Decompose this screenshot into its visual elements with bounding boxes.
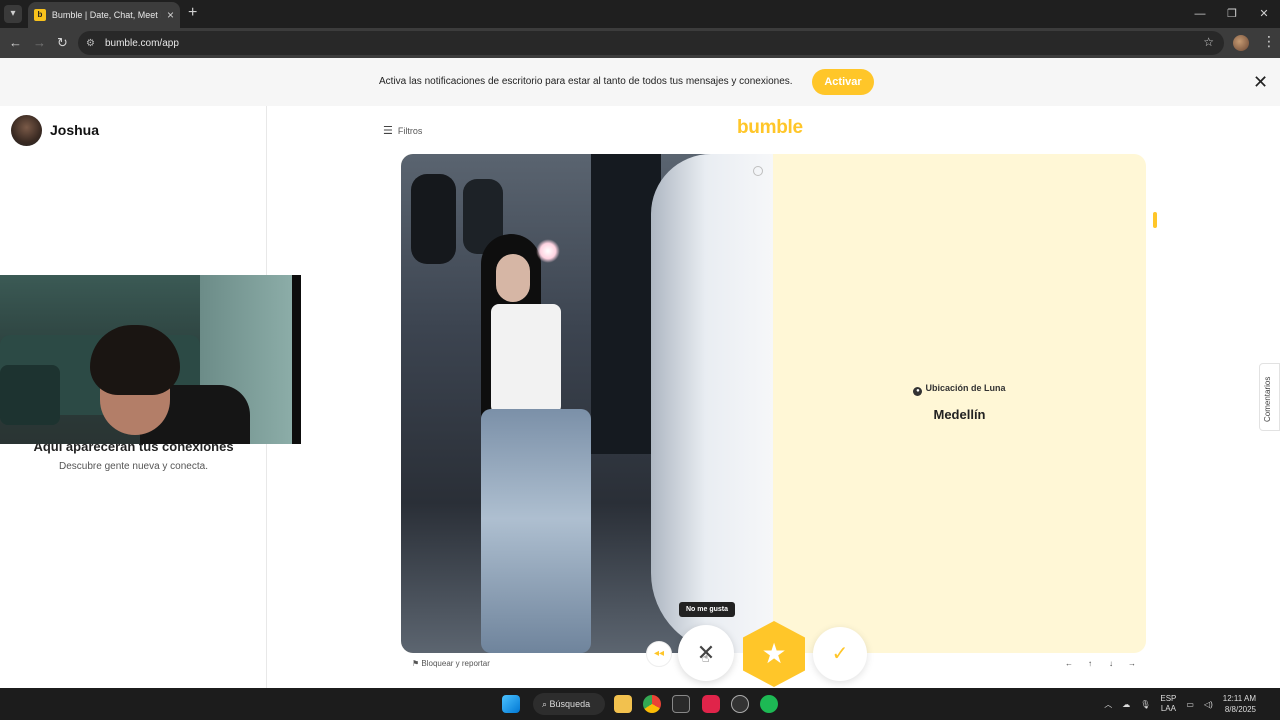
bumble-favicon-icon: b: [34, 9, 46, 21]
photo-face: [496, 254, 530, 302]
tray-network-icon[interactable]: ▭: [1186, 700, 1194, 709]
photo-indicator-icon: [753, 166, 763, 176]
activate-notifications-button[interactable]: Activar: [812, 69, 874, 95]
like-button[interactable]: ✓: [813, 627, 867, 681]
star-icon: ★: [761, 638, 787, 669]
location-value: Medellín: [933, 407, 986, 422]
photo-top: [491, 304, 561, 414]
taskbar-search[interactable]: ⌕ Búsqueda: [533, 693, 605, 715]
keyboard-hints: ← ↑ ↓ →: [1061, 658, 1145, 670]
browser-profile-avatar[interactable]: [1233, 35, 1249, 51]
forward-icon[interactable]: →: [33, 35, 46, 50]
filters-label: Filtros: [397, 125, 423, 136]
photo-jeans: [481, 409, 591, 653]
chrome-icon[interactable]: [643, 695, 661, 713]
app-icon-b[interactable]: [702, 695, 720, 713]
location-pin-icon: ●: [913, 387, 923, 396]
photo-wall: [651, 154, 773, 653]
restore-icon[interactable]: ❐: [1216, 0, 1248, 28]
arrow-right-icon: →: [1128, 659, 1136, 668]
scroll-indicator[interactable]: [1153, 212, 1157, 228]
tray-lang-1: ESP: [1160, 694, 1177, 703]
user-name[interactable]: Joshua: [50, 122, 99, 138]
bumble-logo: bumble: [737, 117, 803, 138]
empty-connections-subtitle: Descubre gente nueva y conecta.: [59, 461, 208, 472]
photo-backpack: [411, 174, 456, 264]
tray-lang-2: LAA: [1160, 704, 1176, 713]
profile-photo[interactable]: [401, 154, 773, 653]
tab-title: Bumble | Date, Chat, Meet New: [51, 10, 161, 20]
minimize-icon[interactable]: —: [1184, 0, 1216, 28]
tray-date: 8/8/2025: [1224, 705, 1256, 714]
address-bar: ← → ↻ ⚙ bumble.com/app ☆: [0, 28, 1280, 58]
webcam-tv: [292, 275, 301, 444]
mouse-cursor-icon: ☝: [702, 651, 710, 665]
sliders-icon: ☰: [383, 125, 393, 137]
arrow-up-icon: ↑: [1088, 659, 1092, 668]
profile-card: ● Ubicación de Luna Medellín: [401, 154, 1146, 653]
browser-menu-icon[interactable]: ⋮: [1262, 33, 1276, 50]
new-tab-icon[interactable]: +: [188, 4, 197, 22]
photo-phone-glow: [536, 239, 560, 263]
app-icon-c[interactable]: [731, 695, 749, 713]
bookmark-star-icon[interactable]: ☆: [1203, 35, 1214, 49]
tray-time: 12:11 AM: [1222, 694, 1256, 703]
arrow-down-icon: ↓: [1109, 659, 1113, 668]
notification-text: Activa las notificaciones de escritorio …: [379, 76, 793, 87]
block-report-link[interactable]: ⚑ Bloquear y reportar: [412, 659, 490, 668]
notification-banner: Activa las notificaciones de escritorio …: [0, 58, 1280, 106]
taskbar-search-label: Búsqueda: [549, 699, 591, 709]
arrow-left-icon: ←: [1065, 659, 1073, 668]
location-label-text: Ubicación de Luna: [925, 383, 1006, 393]
spotify-icon[interactable]: [760, 695, 778, 713]
webcam-pillow: [0, 365, 60, 425]
location-label: ● Ubicación de Luna: [773, 383, 1146, 396]
browser-tab-bar: ▾ b Bumble | Date, Chat, Meet New × + — …: [0, 0, 1280, 28]
url-text[interactable]: bumble.com/app: [105, 38, 179, 49]
reload-icon[interactable]: ↻: [57, 35, 68, 51]
windows-start-icon[interactable]: [502, 695, 520, 713]
pass-tooltip: No me gusta: [679, 602, 735, 617]
window-controls: — ❐ ✕: [1184, 0, 1280, 28]
tray-clock[interactable]: 12:11 AM 8/8/2025: [1223, 693, 1256, 715]
site-info-icon[interactable]: ⚙: [86, 38, 95, 49]
banner-close-icon[interactable]: ✕: [1253, 72, 1268, 93]
browser-tab[interactable]: b Bumble | Date, Chat, Meet New ×: [28, 2, 180, 28]
tray-cloud-icon[interactable]: ☁: [1122, 700, 1130, 709]
tray-mic-icon[interactable]: 🎙: [1140, 700, 1150, 709]
omnibox[interactable]: ⚙ bumble.com/app ☆: [78, 31, 1224, 55]
check-icon: ✓: [831, 643, 849, 665]
tray-volume-icon[interactable]: ◁): [1204, 700, 1213, 709]
window-close-icon[interactable]: ✕: [1248, 0, 1280, 28]
feedback-tab-label: Comentarios: [1263, 376, 1272, 422]
rewind-button[interactable]: ◂◂: [646, 641, 672, 667]
flag-icon: ⚑: [412, 659, 420, 668]
avatar[interactable]: [11, 115, 42, 146]
tab-close-icon[interactable]: ×: [167, 8, 174, 22]
webcam-overlay: [0, 275, 301, 444]
profile-info-panel: ● Ubicación de Luna Medellín: [773, 154, 1146, 653]
block-report-label: Bloquear y reportar: [421, 659, 490, 668]
system-tray: ︿ ☁ 🎙 ESP LAA ▭ ◁) 12:11 AM 8/8/2025: [1104, 688, 1280, 720]
tray-language[interactable]: ESP LAA: [1160, 694, 1176, 714]
feedback-tab[interactable]: Comentarios: [1259, 363, 1280, 431]
tray-chevron-icon[interactable]: ︿: [1104, 699, 1112, 710]
filters-button[interactable]: ☰ Filtros: [383, 124, 422, 137]
windows-taskbar: [0, 688, 1280, 720]
back-icon[interactable]: ←: [9, 35, 22, 50]
file-explorer-icon[interactable]: [614, 695, 632, 713]
webcam-person-hair: [90, 325, 180, 395]
tab-search-icon[interactable]: ▾: [4, 5, 22, 23]
app-icon-a[interactable]: [672, 695, 690, 713]
